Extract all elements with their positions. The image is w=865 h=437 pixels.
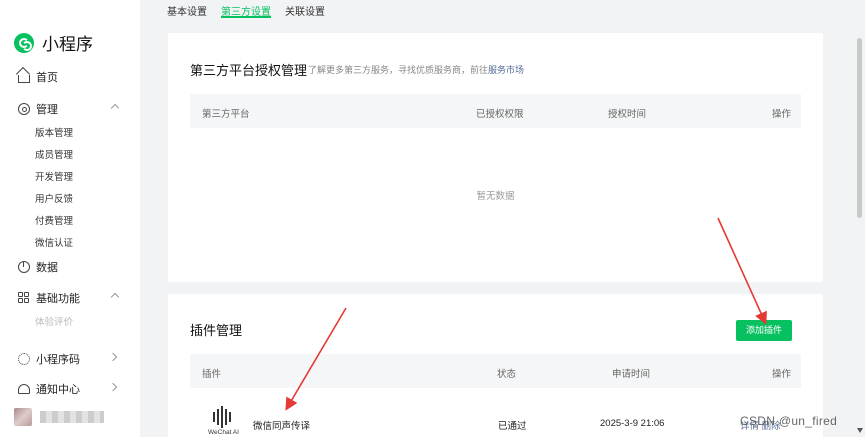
scrollbar-thumb[interactable]	[857, 38, 862, 218]
plugin-table-header: 插件 状态 申请时间 操作	[190, 354, 801, 388]
third-party-auth-card: 第三方平台授权管理 了解更多第三方服务，寻找优质服务商，前往服务市场 第三方平台…	[168, 33, 823, 282]
sidebar: 小程序 首页 管理 版本管理 成员管理 开发管理 用户反馈 付费管理 微信认证 …	[0, 0, 140, 437]
waveform-icon	[213, 406, 235, 428]
plugin-management-card: 插件管理 添加插件 插件 状态 申请时间 操作 WeChat AI 微信同声传译…	[168, 294, 823, 437]
add-plugin-button[interactable]: 添加插件	[736, 320, 792, 341]
third-party-description: 了解更多第三方服务，寻找优质服务商，前往服务市场	[308, 65, 525, 75]
chevron-up-icon	[110, 103, 120, 113]
qrcode-icon	[18, 353, 30, 365]
sidebar-item-label: 通知中心	[36, 384, 80, 396]
plugin-management-title: 插件管理	[190, 323, 243, 338]
scroll-down-arrow-icon[interactable]	[857, 428, 863, 433]
third-party-title: 第三方平台授权管理	[190, 63, 308, 78]
chevron-right-icon	[108, 382, 118, 392]
user-account[interactable]	[14, 408, 104, 426]
sidebar-item-label: 小程序码	[36, 354, 80, 366]
logo-caption: WeChat AI	[208, 429, 239, 436]
sidebar-subitem-certification[interactable]: 微信认证	[35, 235, 73, 249]
column-header: 授权时间	[608, 109, 647, 120]
chevron-right-icon	[108, 352, 118, 362]
sidebar-subitem-development[interactable]: 开发管理	[35, 169, 73, 183]
chevron-up-icon	[110, 292, 120, 302]
wechat-ai-logo: WeChat AI	[208, 406, 239, 436]
column-header: 操作	[772, 369, 792, 380]
sidebar-item-home[interactable]: 首页	[18, 69, 118, 85]
sidebar-subitem-feedback[interactable]: 用户反馈	[35, 191, 73, 205]
tab-third-party-settings[interactable]: 第三方设置	[221, 0, 271, 18]
sidebar-item-qrcode[interactable]: 小程序码	[18, 351, 118, 367]
app-logo[interactable]: 小程序	[14, 30, 93, 55]
sidebar-item-notifications[interactable]: 通知中心	[18, 381, 118, 397]
column-header: 插件	[202, 369, 222, 380]
empty-state-text: 暂无数据	[476, 191, 515, 202]
column-header: 已授权权限	[476, 109, 524, 120]
grid-icon	[18, 292, 30, 304]
tab-linked-settings[interactable]: 关联设置	[285, 0, 325, 18]
sidebar-item-label: 数据	[36, 262, 58, 274]
sidebar-subitem-version[interactable]: 版本管理	[35, 125, 73, 139]
sidebar-item-label: 首页	[36, 72, 58, 84]
column-header: 第三方平台	[202, 109, 250, 120]
sidebar-item-label: 管理	[36, 104, 58, 116]
column-header: 申请时间	[612, 369, 651, 380]
sidebar-subitem-experience-rating[interactable]: 体验评价	[35, 314, 73, 328]
plugin-status: 已通过	[498, 421, 527, 432]
sidebar-item-label: 基础功能	[36, 293, 80, 305]
column-header: 状态	[497, 369, 517, 380]
plugin-name: 微信同声传译	[253, 421, 311, 432]
chart-icon	[18, 261, 30, 273]
sidebar-subitem-payment[interactable]: 付费管理	[35, 213, 73, 227]
column-header: 操作	[772, 109, 792, 120]
tab-basic-settings[interactable]: 基本设置	[167, 0, 207, 18]
sidebar-item-data[interactable]: 数据	[18, 259, 118, 275]
gear-icon	[18, 103, 30, 115]
settings-tabs: 基本设置 第三方设置 关联设置	[167, 0, 339, 18]
watermark: CSDN @un_fired	[740, 414, 838, 428]
user-name-blurred	[40, 411, 104, 423]
service-market-link[interactable]: 服务市场	[488, 65, 524, 75]
miniprogram-logo-icon	[14, 32, 34, 53]
sidebar-item-basic-features[interactable]: 基础功能	[18, 290, 120, 306]
app-title: 小程序	[42, 35, 93, 54]
home-icon	[18, 75, 30, 83]
bell-icon	[18, 384, 30, 394]
avatar	[14, 408, 32, 426]
sidebar-subitem-members[interactable]: 成员管理	[35, 147, 73, 161]
plugin-apply-time: 2025-3-9 21:06	[600, 418, 665, 429]
third-party-table-header: 第三方平台 已授权权限 授权时间 操作	[190, 94, 801, 128]
sidebar-item-management[interactable]: 管理	[18, 101, 120, 117]
